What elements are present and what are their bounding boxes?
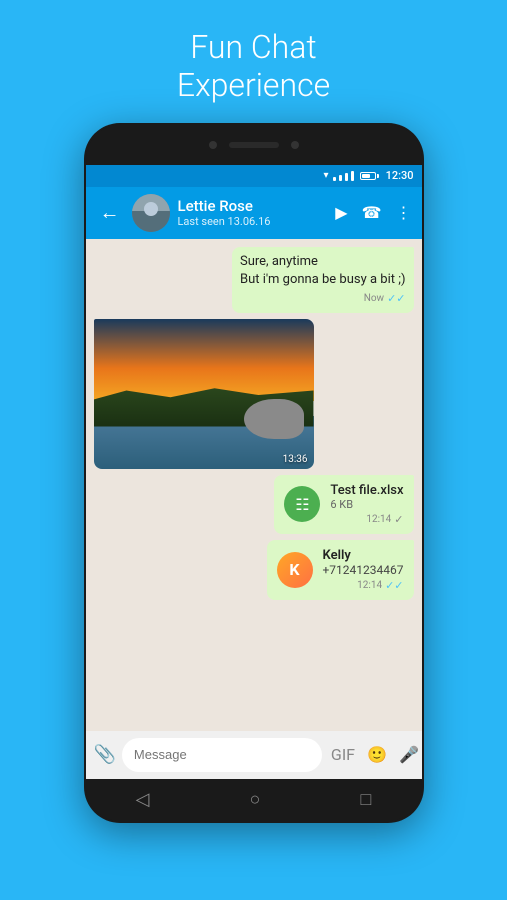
contact-bubble-meta: 12:14 ✓✓ bbox=[323, 579, 404, 592]
file-time: 12:14 bbox=[366, 514, 391, 525]
file-details: Test file.xlsx 6 KB 12:14 ✓ bbox=[330, 483, 403, 526]
back-button[interactable]: ← bbox=[96, 196, 124, 229]
more-options-icon[interactable]: ⋮ bbox=[396, 203, 412, 222]
message-check-1: ✓✓ bbox=[387, 291, 405, 306]
app-bar: ← Lettie Rose Last seen 13.06.16 ▶ ☎ ⋮ bbox=[86, 187, 422, 239]
signal-bars bbox=[332, 171, 355, 181]
camera-dot-right bbox=[291, 141, 299, 149]
bar1 bbox=[333, 177, 336, 181]
file-icon: ☷ bbox=[284, 486, 320, 522]
img-sky bbox=[94, 319, 314, 402]
home-nav-button[interactable]: ○ bbox=[234, 783, 277, 816]
mic-icon[interactable]: 🎤 bbox=[396, 743, 422, 766]
battery-fill bbox=[362, 174, 370, 178]
spreadsheet-icon: ☷ bbox=[295, 495, 309, 514]
message-meta-1: Now ✓✓ bbox=[240, 291, 406, 306]
battery-tip bbox=[377, 174, 379, 178]
contact-status: Last seen 13.06.16 bbox=[178, 215, 328, 228]
contact-name: Lettie Rose bbox=[178, 197, 328, 215]
message-text-1: Sure, anytimeBut i'm gonna be busy a bit… bbox=[240, 253, 406, 289]
contact-check: ✓✓ bbox=[385, 579, 403, 592]
image-placeholder: 13:36 bbox=[94, 319, 314, 469]
contact-initial: K bbox=[289, 560, 299, 579]
contact-avatar bbox=[132, 194, 170, 232]
gif-button[interactable]: GIF bbox=[328, 743, 358, 766]
contact-bubble-details: Kelly +71241234467 12:14 ✓✓ bbox=[323, 548, 404, 592]
speaker-slot bbox=[229, 142, 279, 148]
camera-dot bbox=[209, 141, 217, 149]
avatar-head bbox=[144, 202, 158, 216]
file-meta: 12:14 ✓ bbox=[330, 513, 403, 526]
app-bar-actions: ▶ ☎ ⋮ bbox=[335, 203, 411, 222]
message-sent-1: Sure, anytimeBut i'm gonna be busy a bit… bbox=[232, 247, 414, 313]
header-subtitle: Experience bbox=[177, 66, 330, 104]
message-file-1[interactable]: ☷ Test file.xlsx 6 KB 12:14 ✓ bbox=[274, 475, 413, 534]
phone-frame: ▾ 12:30 bbox=[84, 123, 424, 823]
image-timestamp: 13:36 bbox=[283, 454, 308, 465]
contact-bubble-avatar: K bbox=[277, 552, 313, 588]
contact-bubble-name: Kelly bbox=[323, 548, 404, 563]
battery-icon bbox=[360, 172, 379, 180]
emoji-icon[interactable]: 🙂 bbox=[364, 743, 390, 766]
battery-body bbox=[360, 172, 376, 180]
file-name: Test file.xlsx bbox=[330, 483, 403, 498]
status-bar: ▾ 12:30 bbox=[86, 165, 422, 187]
message-time-1: Now bbox=[364, 292, 384, 306]
recent-nav-button[interactable]: □ bbox=[345, 783, 388, 816]
header-text: Fun Chat Experience bbox=[177, 28, 330, 105]
bar3 bbox=[345, 173, 348, 181]
contact-time: 12:14 bbox=[357, 580, 382, 591]
signal-icon: ▾ bbox=[324, 170, 329, 181]
chat-area: Sure, anytimeBut i'm gonna be busy a bit… bbox=[86, 239, 422, 731]
message-image-1: 13:36 bbox=[94, 319, 314, 469]
bar2 bbox=[339, 175, 342, 181]
video-call-icon[interactable]: ▶ bbox=[335, 203, 347, 222]
contact-bubble-phone: +71241234467 bbox=[323, 563, 404, 577]
header-title: Fun Chat bbox=[190, 28, 316, 66]
phone-icon[interactable]: ☎ bbox=[362, 203, 382, 222]
bottom-nav: ◁ ○ □ bbox=[86, 779, 422, 821]
attach-icon[interactable]: 📎 bbox=[94, 744, 116, 765]
screen: ▾ 12:30 bbox=[86, 165, 422, 779]
file-check: ✓ bbox=[394, 513, 403, 526]
bar4 bbox=[351, 171, 354, 181]
file-size: 6 KB bbox=[330, 498, 403, 511]
avatar-person bbox=[132, 194, 170, 232]
message-contact-1[interactable]: K Kelly +71241234467 12:14 ✓✓ bbox=[267, 540, 414, 600]
contact-info: Lettie Rose Last seen 13.06.16 bbox=[178, 197, 328, 228]
status-icons: ▾ 12:30 bbox=[324, 169, 414, 182]
message-input[interactable] bbox=[122, 738, 322, 772]
phone-top-bar bbox=[86, 125, 422, 165]
status-time: 12:30 bbox=[386, 169, 414, 182]
back-nav-button[interactable]: ◁ bbox=[120, 783, 166, 816]
input-bar: 📎 GIF 🙂 🎤 bbox=[86, 731, 422, 779]
img-rocks bbox=[244, 399, 304, 439]
